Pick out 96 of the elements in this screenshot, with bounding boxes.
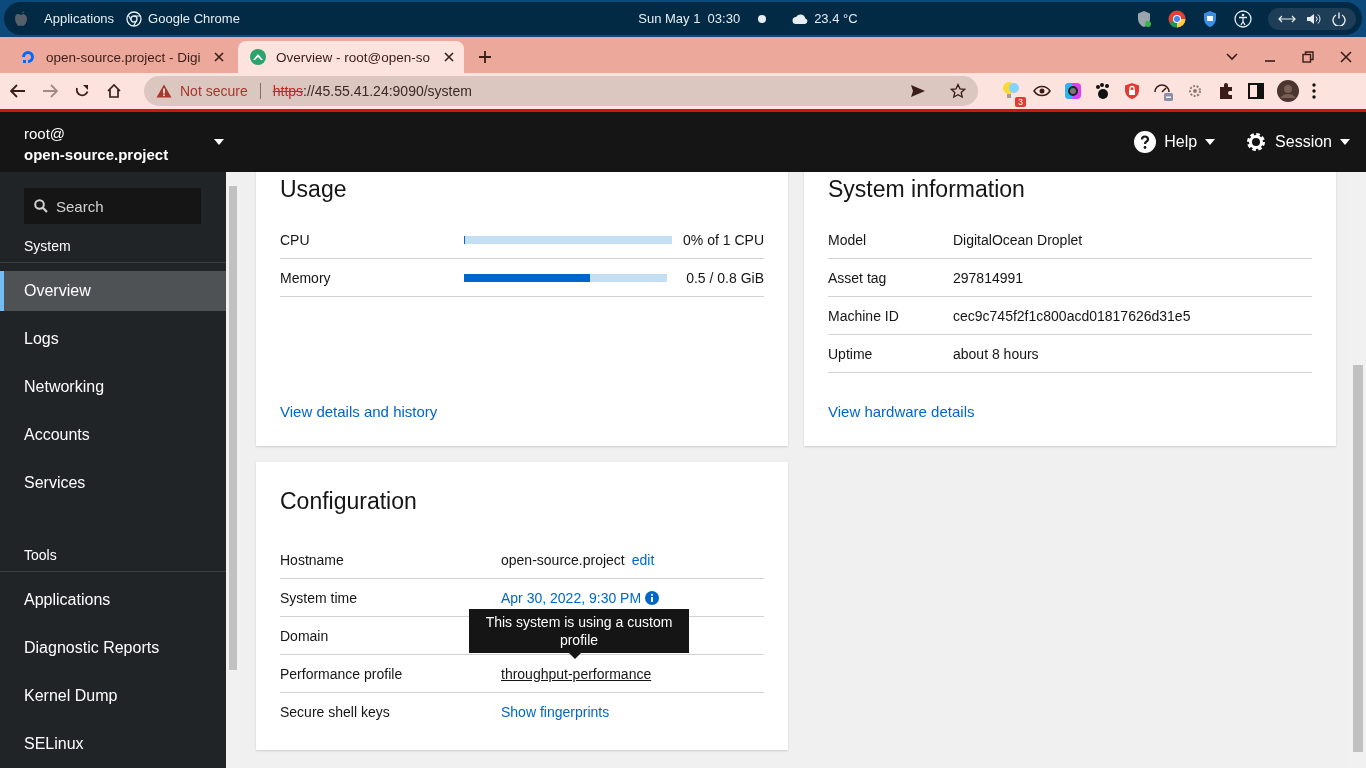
value-link[interactable]: throughput-performance bbox=[501, 665, 652, 682]
nav-item[interactable]: Services bbox=[0, 463, 226, 503]
gauge-icon[interactable] bbox=[1153, 81, 1173, 101]
camera-icon[interactable] bbox=[1064, 82, 1082, 100]
security-label: Not secure bbox=[180, 83, 248, 99]
reload-icon[interactable] bbox=[74, 83, 90, 99]
close-icon[interactable] bbox=[214, 52, 224, 62]
sidebar-icon[interactable] bbox=[1248, 83, 1264, 99]
meter-reading: 0.5 / 0.8 GiB bbox=[686, 269, 764, 286]
notification-badge: 3 bbox=[1015, 97, 1026, 107]
host-name: open-source.project bbox=[24, 145, 169, 163]
row-value: DigitalOcean Droplet bbox=[953, 231, 1083, 248]
row-label: CPU bbox=[280, 231, 311, 248]
address-bar[interactable]: Not secure https://45.55.41.24:9090/system bbox=[144, 76, 978, 106]
card-title: Configuration bbox=[280, 487, 418, 516]
ring-icon bbox=[20, 49, 36, 65]
cloud-icon bbox=[792, 13, 809, 24]
caret-icon bbox=[1205, 139, 1216, 145]
user-name: root@ bbox=[24, 123, 67, 144]
search-icon bbox=[34, 199, 48, 213]
back-icon[interactable] bbox=[10, 84, 26, 98]
nav-item[interactable]: SELinux bbox=[0, 724, 226, 764]
chevron-down-icon[interactable] bbox=[1226, 53, 1238, 61]
row-label: Asset tag bbox=[828, 269, 888, 286]
lock-shield-icon[interactable] bbox=[1124, 82, 1140, 100]
menu-item[interactable]: Applications bbox=[44, 11, 115, 26]
session-menu[interactable]: Session bbox=[1245, 131, 1350, 153]
home-icon[interactable] bbox=[106, 83, 122, 99]
search-field[interactable]: Search bbox=[24, 188, 201, 224]
host-switcher[interactable]: root@ open-source.project bbox=[0, 112, 240, 172]
row-value: about 8 hours bbox=[953, 345, 1039, 362]
help-menu[interactable]: Help bbox=[1134, 131, 1216, 153]
status-menu[interactable] bbox=[1268, 7, 1356, 30]
row-label: Machine ID bbox=[828, 307, 900, 324]
forward-icon[interactable] bbox=[42, 84, 58, 98]
scrollbar[interactable] bbox=[226, 172, 240, 768]
more-icon[interactable] bbox=[1312, 83, 1316, 99]
details-link[interactable]: View details and history bbox=[280, 403, 438, 420]
info-icon[interactable] bbox=[645, 590, 660, 605]
tooltip-text: This system is using a custom profile bbox=[485, 614, 673, 648]
row-value: 297814991 bbox=[953, 269, 1024, 286]
caret-icon bbox=[214, 139, 224, 145]
help-icon bbox=[1134, 131, 1157, 153]
row-label: Hostname bbox=[280, 551, 345, 568]
avatar-icon[interactable] bbox=[1277, 80, 1299, 102]
shield-icon[interactable] bbox=[1136, 9, 1152, 28]
meter-reading: 0% of 1 CPU bbox=[683, 231, 764, 248]
apple-icon bbox=[14, 10, 28, 27]
value-link[interactable]: Show fingerprints bbox=[501, 703, 610, 720]
nav-item[interactable]: Logs bbox=[0, 319, 226, 359]
card-title: System information bbox=[828, 175, 1026, 204]
close-icon[interactable] bbox=[1340, 51, 1352, 63]
row-label: Domain bbox=[280, 627, 330, 644]
close-icon[interactable] bbox=[444, 52, 454, 62]
row-label: Memory bbox=[280, 269, 332, 286]
warning-icon bbox=[156, 84, 172, 98]
restore-icon[interactable] bbox=[1302, 51, 1314, 63]
nav-item[interactable]: Overview bbox=[0, 271, 226, 311]
network-icon bbox=[1278, 13, 1296, 24]
bulb-icon[interactable] bbox=[1002, 81, 1020, 101]
row-label: System time bbox=[280, 589, 358, 606]
caret-icon bbox=[1340, 139, 1350, 145]
clock[interactable]: Sun May 1 03:30 bbox=[638, 11, 741, 26]
browser-tab[interactable]: open-source.project - Digi bbox=[8, 41, 234, 73]
row-label: Model bbox=[828, 231, 868, 248]
power-icon bbox=[1332, 11, 1346, 26]
eye-icon[interactable] bbox=[1033, 85, 1051, 97]
row-label: Uptime bbox=[828, 345, 874, 362]
volume-icon bbox=[1306, 12, 1322, 25]
star-icon[interactable] bbox=[950, 83, 966, 99]
nav-item[interactable]: Diagnostic Reports bbox=[0, 628, 226, 668]
paw-icon[interactable] bbox=[1095, 82, 1111, 100]
row-value: open-source.project bbox=[501, 551, 625, 568]
puzzle-icon[interactable] bbox=[1217, 82, 1235, 100]
send-icon[interactable] bbox=[910, 84, 926, 98]
nav-item[interactable]: Applications bbox=[0, 580, 226, 620]
hardware-link[interactable]: View hardware details bbox=[828, 403, 975, 420]
dot-icon bbox=[758, 14, 767, 23]
chrome-icon[interactable] bbox=[1168, 9, 1186, 28]
nav-item[interactable]: Networking bbox=[0, 367, 226, 407]
app-name[interactable]: Google Chrome bbox=[148, 11, 240, 26]
value-link[interactable]: Apr 30, 2022, 9:30 PM bbox=[501, 589, 642, 606]
row-label: Performance profile bbox=[280, 665, 404, 682]
browser-tab[interactable]: Overview - root@open-so bbox=[238, 41, 464, 73]
weather-text: 23.4 °C bbox=[814, 11, 858, 26]
edit-link[interactable]: edit bbox=[631, 551, 655, 568]
url-text: https://45.55.41.24:9090/system bbox=[272, 83, 472, 99]
shield-icon[interactable] bbox=[1202, 9, 1218, 28]
plus-icon[interactable] bbox=[478, 50, 492, 64]
row-value: cec9c745f2f1c800acd01817626d31e5 bbox=[953, 307, 1191, 324]
row-label: Secure shell keys bbox=[280, 703, 391, 720]
card-title: Usage bbox=[280, 175, 348, 204]
accessibility-icon[interactable] bbox=[1234, 9, 1252, 28]
chrome-icon[interactable] bbox=[126, 10, 143, 27]
nav-item[interactable]: Accounts bbox=[0, 415, 226, 455]
nav-item[interactable]: Kernel Dump bbox=[0, 676, 226, 716]
